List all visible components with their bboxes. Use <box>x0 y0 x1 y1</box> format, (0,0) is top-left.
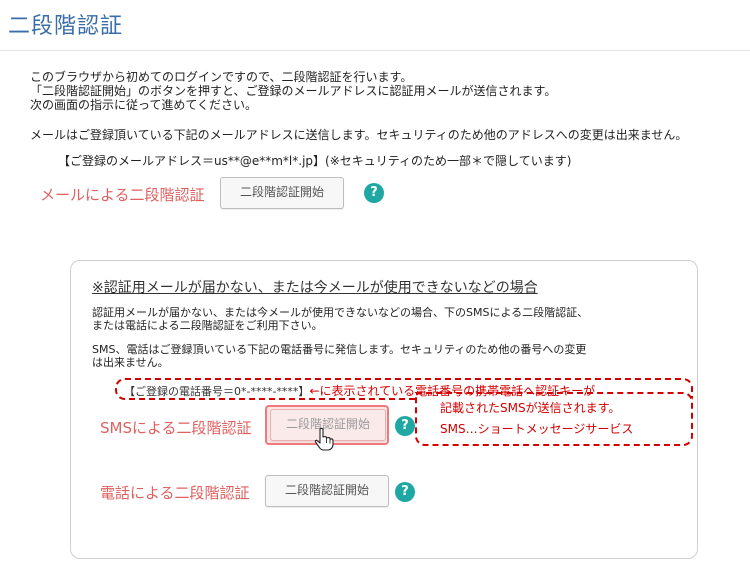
email-help-icon[interactable]: ? <box>364 183 384 203</box>
registered-phone-row: 【ご登録の電話番号＝0*-****-****】←に表示されている電話番号の携帯電… <box>124 382 595 399</box>
registered-phone: 【ご登録の電話番号＝0*-****-****】 <box>124 385 310 398</box>
registered-email: 【ご登録のメールアドレス＝us**@e**m*l*.jp】(※セキュリティのため… <box>58 154 572 168</box>
phone-help-icon[interactable]: ? <box>395 482 415 502</box>
hand-pointer-icon <box>314 427 334 451</box>
phone-auth-start-button[interactable]: 二段階認証開始 <box>265 475 389 507</box>
email-method-label: メールによる二段階認証 <box>40 186 205 204</box>
sms-method-label: SMSによる二段階認証 <box>100 419 252 437</box>
email-notice: メールはご登録頂いている下記のメールアドレスに送信します。セキュリティのため他の… <box>30 128 688 142</box>
title-divider <box>0 50 750 51</box>
page-title: 二段階認証 <box>8 14 124 39</box>
intro-line-1: このブラウザから初めてのログインですので、二段階認証を行います。 <box>30 70 413 84</box>
annotation-line-2: 記載されたSMSが送信されます。 <box>440 401 621 415</box>
annotation-arrow-text: ←に表示されている電話番号の携帯電話へ認証キーが <box>309 384 596 398</box>
annotation-line-3: SMS…ショートメッセージサービス <box>440 422 634 436</box>
sms-help-icon[interactable]: ? <box>395 416 415 436</box>
intro-text: このブラウザから初めてのログインですので、二段階認証を行います。 「二段階認証開… <box>30 70 745 112</box>
phone-notice-line-2: は出来ません。 <box>92 356 169 369</box>
alternative-methods-heading: ※認証用メールが届かない、または今メールが使用できないなどの場合 <box>92 280 538 296</box>
phone-notice-line-1: SMS、電話はご登録頂いている下記の電話番号に発信します。セキュリティのため他の… <box>92 343 587 356</box>
intro-line-2: 「二段階認証開始」のボタンを押すと、ご登録のメールアドレスに認証用メールが送信さ… <box>30 84 557 98</box>
intro-line-3: 次の画面の指示に従って進めてください。 <box>30 98 258 112</box>
phone-method-label: 電話による二段階認証 <box>100 484 250 502</box>
alternative-methods-description: 認証用メールが届かない、または今メールが使用できないなどの場合、下のSMSによる… <box>92 306 692 332</box>
alt-desc-line-2: または電話による二段階認証をご利用下さい。 <box>92 319 323 332</box>
phone-notice: SMS、電話はご登録頂いている下記の電話番号に発信します。セキュリティのため他の… <box>92 343 692 369</box>
email-auth-start-button[interactable]: 二段階認証開始 <box>220 177 344 209</box>
alt-desc-line-1: 認証用メールが届かない、または今メールが使用できないなどの場合、下のSMSによる… <box>92 306 589 319</box>
